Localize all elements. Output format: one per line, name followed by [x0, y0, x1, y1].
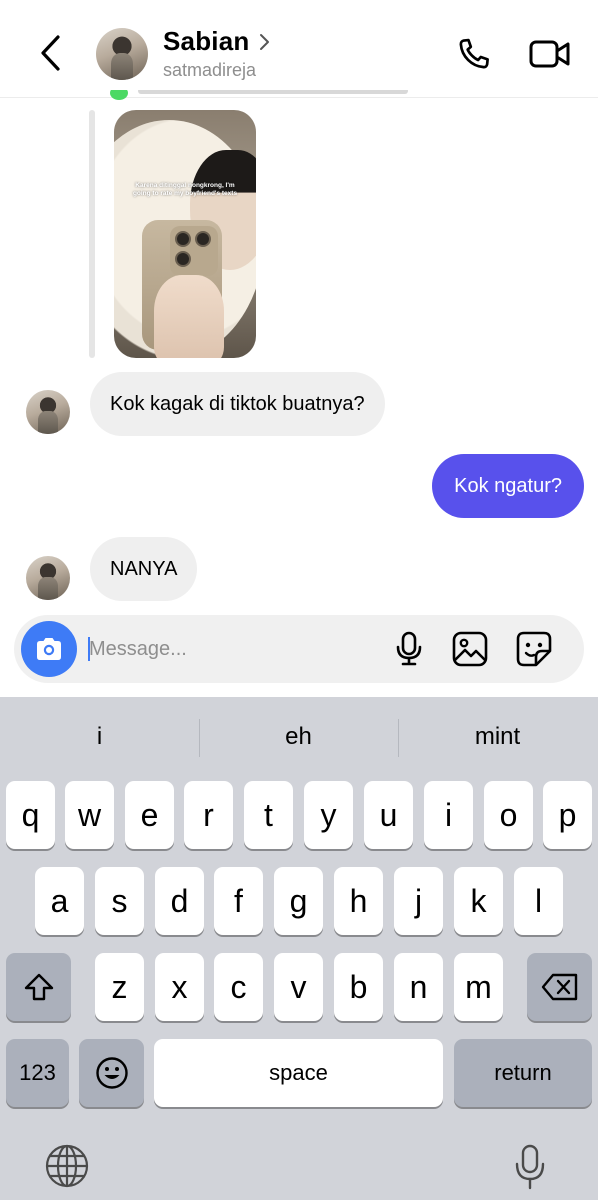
- key-j[interactable]: j: [394, 867, 443, 935]
- key-c[interactable]: c: [214, 953, 263, 1021]
- key-o[interactable]: o: [484, 781, 533, 849]
- voice-message-button[interactable]: [389, 629, 429, 669]
- outgoing-message[interactable]: Kok ngatur?: [432, 454, 584, 518]
- message-input[interactable]: [89, 629, 379, 669]
- key-f[interactable]: f: [214, 867, 263, 935]
- incoming-message[interactable]: Kok kagak di tiktok buatnya?: [90, 372, 385, 436]
- microphone-icon: [396, 631, 422, 666]
- key-m[interactable]: m: [454, 953, 503, 1021]
- key-s[interactable]: s: [95, 867, 144, 935]
- key-h[interactable]: h: [334, 867, 383, 935]
- key-a[interactable]: a: [35, 867, 84, 935]
- shift-key[interactable]: [6, 953, 71, 1021]
- camera-button[interactable]: [21, 621, 77, 677]
- phone-camera-module: [170, 226, 218, 276]
- sticker-icon: [516, 631, 552, 667]
- conversation-header: Sabian satmadireja: [0, 0, 598, 98]
- key-r[interactable]: r: [184, 781, 233, 849]
- key-p[interactable]: p: [543, 781, 592, 849]
- sender-avatar[interactable]: [26, 556, 70, 600]
- backspace-key[interactable]: [527, 953, 592, 1021]
- contact-avatar[interactable]: [96, 28, 148, 80]
- sticker-button[interactable]: [514, 629, 554, 669]
- previous-message-line: [138, 90, 408, 94]
- key-n[interactable]: n: [394, 953, 443, 1021]
- contact-name[interactable]: Sabian: [163, 26, 249, 57]
- numbers-key[interactable]: 123: [6, 1039, 69, 1107]
- key-t[interactable]: t: [244, 781, 293, 849]
- key-u[interactable]: u: [364, 781, 413, 849]
- back-chevron-icon: [41, 35, 60, 71]
- key-v[interactable]: v: [274, 953, 323, 1021]
- camera-icon: [37, 638, 61, 660]
- back-button[interactable]: [30, 30, 70, 76]
- suggestion-item[interactable]: mint: [398, 715, 597, 759]
- sender-avatar[interactable]: [26, 390, 70, 434]
- globe-icon[interactable]: [44, 1143, 90, 1189]
- shared-post-caption: Karena ditinggal nongkrong, I'm going to…: [132, 182, 238, 197]
- chevron-right-icon: [260, 33, 270, 50]
- key-w[interactable]: w: [65, 781, 114, 849]
- return-key[interactable]: return: [454, 1039, 592, 1107]
- message-composer: [14, 615, 584, 683]
- key-k[interactable]: k: [454, 867, 503, 935]
- status-dot: [110, 90, 128, 100]
- video-camera-icon: [529, 40, 570, 68]
- hand: [154, 275, 224, 358]
- key-d[interactable]: d: [155, 867, 204, 935]
- shared-post-thumbnail[interactable]: Karena ditinggal nongkrong, I'm going to…: [114, 110, 256, 358]
- suggestion-item[interactable]: i: [0, 715, 199, 759]
- video-call-button[interactable]: [528, 32, 572, 76]
- shift-icon: [24, 973, 53, 1001]
- key-e[interactable]: e: [125, 781, 174, 849]
- contact-name-row[interactable]: Sabian: [163, 26, 273, 57]
- emoji-icon: [95, 1057, 128, 1089]
- key-z[interactable]: z: [95, 953, 144, 1021]
- message-thread[interactable]: Karena ditinggal nongkrong, I'm going to…: [0, 90, 598, 618]
- backspace-icon: [541, 973, 577, 1001]
- reply-indicator-bar: [89, 110, 95, 358]
- dictation-microphone-icon[interactable]: [512, 1143, 548, 1191]
- key-b[interactable]: b: [334, 953, 383, 1021]
- key-q[interactable]: q: [6, 781, 55, 849]
- key-i[interactable]: i: [424, 781, 473, 849]
- key-y[interactable]: y: [304, 781, 353, 849]
- previous-message-peek: [108, 90, 408, 102]
- suggestion-item[interactable]: eh: [199, 715, 398, 759]
- emoji-key[interactable]: [79, 1039, 144, 1107]
- key-x[interactable]: x: [155, 953, 204, 1021]
- key-l[interactable]: l: [514, 867, 563, 935]
- voice-call-button[interactable]: [452, 32, 496, 76]
- gallery-icon: [452, 631, 488, 667]
- on-screen-keyboard: i eh mint q w e r t y u i o p a s d f g …: [0, 697, 598, 1200]
- incoming-message[interactable]: NANYA: [90, 537, 198, 601]
- predictive-bar: i eh mint: [0, 715, 598, 759]
- contact-username: satmadireja: [163, 60, 257, 80]
- phone-icon: [459, 38, 489, 69]
- space-key[interactable]: space: [154, 1039, 443, 1107]
- gallery-button[interactable]: [450, 629, 490, 669]
- key-g[interactable]: g: [274, 867, 323, 935]
